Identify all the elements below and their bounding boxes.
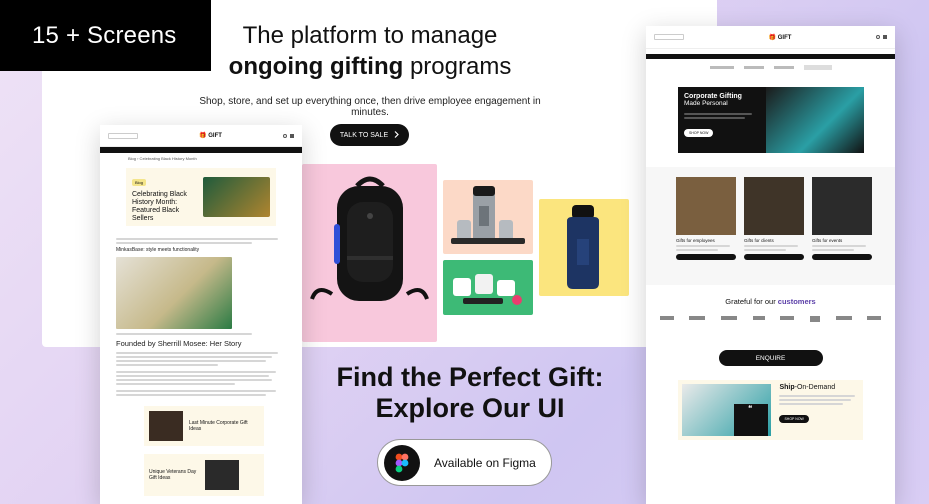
category-button[interactable] bbox=[676, 254, 736, 260]
category-nav bbox=[646, 59, 895, 75]
cta-title-line1: Find the Perfect Gift: bbox=[336, 362, 604, 392]
figma-icon bbox=[384, 444, 420, 481]
water-bottle-image bbox=[567, 205, 599, 289]
customer-logo bbox=[752, 316, 765, 320]
customer-logo bbox=[867, 316, 882, 320]
shop-now-button[interactable]: SHOP NOW bbox=[684, 129, 714, 137]
hero-banner-image bbox=[766, 87, 864, 153]
headline-line1: The platform to manage bbox=[242, 22, 498, 49]
article-image bbox=[116, 257, 232, 329]
customer-logo bbox=[835, 316, 852, 320]
enquire-button[interactable]: ENQUIRE bbox=[718, 350, 823, 366]
site-logo[interactable]: 🎁 GIFT bbox=[769, 34, 792, 41]
ship-on-demand-section: ❝ Ship-On-Demand SHOP NOW bbox=[678, 380, 863, 440]
category-button[interactable] bbox=[812, 254, 872, 260]
figma-button[interactable]: Available on Figma bbox=[377, 439, 552, 486]
customer-logo bbox=[659, 316, 674, 320]
related-post-card[interactable]: Last Minute Corporate Gift Ideas bbox=[144, 406, 264, 446]
gift-icon: 🎁 bbox=[768, 34, 777, 41]
user-icon[interactable] bbox=[875, 35, 880, 39]
post-tag: Blog bbox=[132, 179, 147, 186]
talk-to-sale-button[interactable]: TALK TO SALE bbox=[330, 124, 409, 146]
blog-header: 🎁 GIFT bbox=[100, 125, 302, 147]
mugs-set-product-tile[interactable] bbox=[443, 260, 533, 315]
ship-title: Ship-On-Demand bbox=[779, 384, 836, 391]
testimonial-quote: ❝ bbox=[734, 404, 768, 436]
related-post-title: Unique Veterans Day Gift Ideas bbox=[149, 469, 197, 481]
featured-post-title: Celebrating Black History Month: Feature… bbox=[132, 191, 187, 222]
customer-logo bbox=[689, 316, 706, 320]
category-image bbox=[676, 177, 736, 235]
hero-banner-text: Corporate Gifting Made Personal SHOP NOW bbox=[678, 87, 766, 153]
featured-post-image bbox=[203, 177, 270, 217]
search-input[interactable] bbox=[654, 34, 684, 40]
article-subhead: MinkasBase: style meets functionality bbox=[116, 247, 200, 253]
hero-banner: Corporate Gifting Made Personal SHOP NOW bbox=[678, 87, 895, 153]
cart-icon[interactable] bbox=[289, 133, 294, 138]
screens-count-badge: 15 + Screens bbox=[0, 0, 211, 71]
customer-logo bbox=[809, 316, 820, 322]
hero-subline: Shop, store, and set up everything once,… bbox=[199, 96, 541, 118]
related-post-title: Last Minute Corporate Gift Ideas bbox=[189, 420, 248, 432]
badge-label: 15 + Screens bbox=[32, 21, 177, 49]
breadcrumb: Blog › Celebrating Black History Month bbox=[128, 156, 197, 161]
ship-image: ❝ bbox=[682, 384, 772, 436]
category-title: Gifts for clients bbox=[744, 238, 774, 243]
gift-categories: Gifts for employees Gifts for clients Gi… bbox=[646, 167, 895, 285]
customers-heading: Grateful for our customers bbox=[725, 297, 816, 306]
gift-icon: 🎁 bbox=[199, 133, 207, 139]
chevron-right-icon bbox=[394, 130, 399, 140]
category-card[interactable]: Gifts for employees bbox=[676, 177, 736, 285]
hero-banner-title: Corporate Gifting bbox=[684, 93, 742, 100]
search-input[interactable] bbox=[108, 132, 138, 139]
category-title: Gifts for events bbox=[812, 238, 843, 243]
headline-rest: programs bbox=[409, 53, 512, 80]
bottle-mugs-image bbox=[451, 186, 525, 244]
headline-line2: ongoing gifting programs bbox=[200, 51, 540, 82]
site-logo[interactable]: 🎁 GIFT bbox=[199, 132, 222, 139]
category-button[interactable] bbox=[744, 254, 804, 260]
home-header: 🎁 GIFT bbox=[646, 26, 895, 48]
article-section-title: Founded by Sherrill Mosee: Her Story bbox=[116, 339, 242, 348]
water-bottle-product-tile[interactable] bbox=[539, 199, 629, 296]
ship-shop-now-button[interactable]: SHOP NOW bbox=[779, 415, 809, 423]
hero-headline: The platform to manage ongoing gifting p… bbox=[200, 20, 540, 82]
category-title: Gifts for employees bbox=[676, 238, 715, 243]
blog-page-mockup: 🎁 GIFT Blog › Celebrating Black History … bbox=[100, 125, 302, 504]
featured-post-card[interactable]: Blog Celebrating Black History Month: Fe… bbox=[126, 168, 276, 226]
customer-logo bbox=[780, 316, 795, 320]
related-post-image bbox=[149, 411, 183, 441]
cta-title-line2: Explore Our UI bbox=[375, 393, 565, 423]
bottle-mugs-product-tile[interactable] bbox=[443, 180, 533, 254]
quote-icon: ❝ bbox=[748, 404, 753, 413]
related-post-image bbox=[205, 460, 239, 490]
headline-bold: ongoing gifting bbox=[228, 53, 404, 80]
mugs-set-image bbox=[453, 274, 522, 305]
home-page-mockup: 🎁 GIFT Corporate Gifting Made Personal S… bbox=[646, 26, 895, 504]
talk-to-sale-label: TALK TO SALE bbox=[339, 131, 389, 139]
related-post-card[interactable]: Unique Veterans Day Gift Ideas bbox=[144, 454, 264, 496]
category-image bbox=[812, 177, 872, 235]
backpack-image bbox=[310, 176, 429, 301]
customer-logos bbox=[646, 306, 895, 322]
cta-title: Find the Perfect Gift: Explore Our UI bbox=[320, 362, 620, 424]
backpack-product-tile[interactable] bbox=[302, 164, 437, 342]
category-card[interactable]: Gifts for clients bbox=[744, 177, 804, 285]
category-card[interactable]: Gifts for events bbox=[812, 177, 872, 285]
figma-button-label: Available on Figma bbox=[434, 455, 536, 470]
customer-logo bbox=[721, 316, 738, 320]
user-icon[interactable] bbox=[282, 133, 287, 138]
cart-icon[interactable] bbox=[882, 35, 887, 39]
category-image bbox=[744, 177, 804, 235]
hero-banner-subtitle: Made Personal bbox=[684, 100, 728, 107]
